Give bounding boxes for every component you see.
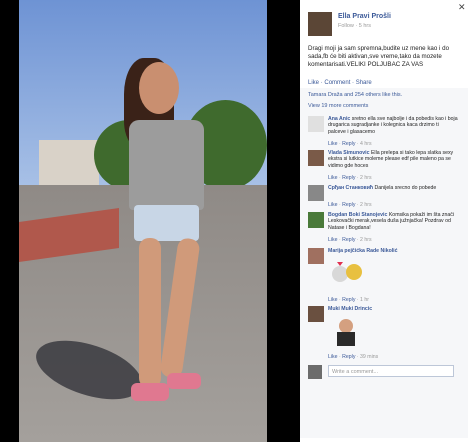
comment-reply-button[interactable]: Reply [342, 175, 355, 181]
comment-reply-button[interactable]: Reply [342, 237, 355, 243]
comment-author[interactable]: Marija pejčićka [328, 248, 365, 254]
photo-shorts [134, 205, 199, 241]
likes-count[interactable]: Tamara Draža and 254 others like this. [308, 92, 402, 98]
close-icon[interactable]: ✕ [458, 2, 466, 13]
comment-reply-button[interactable]: Reply [342, 354, 355, 360]
write-comment: Write a comment... [308, 365, 458, 379]
comment-text: Marija pejčićka Rade Nikolić [328, 248, 458, 254]
comment-reply-button[interactable]: Reply [342, 141, 355, 147]
post-photo[interactable] [19, 0, 267, 442]
avatar[interactable] [308, 116, 324, 132]
photo-leg [139, 238, 161, 388]
comment-time: 4 hrs [360, 141, 372, 147]
comment-like-button[interactable]: Like [328, 202, 338, 208]
comment-time: 2 hrs [360, 237, 372, 243]
comment-author[interactable]: Vlada Simunovic [328, 150, 370, 156]
comment-button[interactable]: Comment [324, 80, 350, 86]
comment-like-button[interactable]: Like [328, 354, 338, 360]
comment-body: Danijela srecno do pobede [374, 185, 437, 191]
comment-time: 39 mins [360, 354, 379, 360]
comment-like-button[interactable]: Like [328, 297, 338, 303]
comment-text: Muki Muki Drincic [328, 306, 458, 312]
comment-like-button[interactable]: Like [328, 175, 338, 181]
photo-viewer [0, 0, 300, 442]
photo-shoe [131, 383, 169, 401]
comment-time: 2 hrs [360, 202, 372, 208]
comment-author[interactable]: Ana Anic [328, 116, 350, 122]
post-text: Dragi moji ja sam spremna,budite uz mene… [308, 45, 450, 68]
comment-actions: Like · Reply · 2 hrs [328, 175, 372, 181]
share-button[interactable]: Share [356, 80, 372, 86]
comment-author[interactable]: Срђан Станковић [328, 185, 373, 191]
comment-actions: Like · Reply · 1 hr [328, 297, 369, 303]
comment-like-button[interactable]: Like [328, 141, 338, 147]
comment-like-button[interactable]: Like [328, 237, 338, 243]
comment-author[interactable]: Muki Muki Drincic [328, 306, 372, 312]
avatar[interactable] [308, 12, 332, 36]
photo-head [139, 62, 179, 114]
page-name[interactable]: Ella Pravi Prošli [338, 13, 391, 20]
avatar[interactable] [308, 306, 324, 322]
like-button[interactable]: Like [308, 80, 319, 86]
comment-reply-button[interactable]: Reply [342, 202, 355, 208]
photo-shoe [167, 373, 201, 389]
comment-author[interactable]: Bogdan Boki Stanojevic [328, 212, 387, 218]
comment-reply-button[interactable]: Reply [342, 297, 355, 303]
comment-text: Bogdan Boki Stanojevic Komsika pokaži im… [328, 212, 458, 231]
avatar[interactable] [308, 212, 324, 228]
view-more-comments[interactable]: View 19 more comments [308, 103, 368, 109]
sticker-image [332, 262, 362, 282]
avatar[interactable] [308, 248, 324, 264]
comment-text: Срђан Станковић Danijela srecno do pobed… [328, 185, 458, 191]
post-actions: Like · Comment · Share [308, 80, 372, 86]
comment-time: 1 hr [360, 297, 369, 303]
photo-building [39, 140, 99, 190]
comment-actions: Like · Reply · 2 hrs [328, 202, 372, 208]
comments-bg [300, 88, 468, 438]
comment-input[interactable]: Write a comment... [328, 365, 454, 377]
post-header: Ella Pravi Prošli Follow · 5 hrs [308, 12, 458, 36]
avatar [308, 365, 322, 379]
avatar[interactable] [308, 185, 324, 201]
sticker-image [337, 319, 355, 346]
comment-actions: Like · Reply · 2 hrs [328, 237, 372, 243]
comment-actions: Like · Reply · 39 mins [328, 354, 379, 360]
post-meta: Follow · 5 hrs [338, 23, 372, 29]
comment-text: Ana Anic sretno ella sve najbolje i da p… [328, 116, 458, 135]
comment-actions: Like · Reply · 4 hrs [328, 141, 372, 147]
comment-time: 2 hrs [360, 175, 372, 181]
photo-top [129, 120, 204, 210]
avatar[interactable] [308, 150, 324, 166]
comment-body[interactable]: Rade Nikolić [366, 248, 397, 254]
comment-text: Vlada Simunovic Ella prelepa si tako lep… [328, 150, 458, 169]
